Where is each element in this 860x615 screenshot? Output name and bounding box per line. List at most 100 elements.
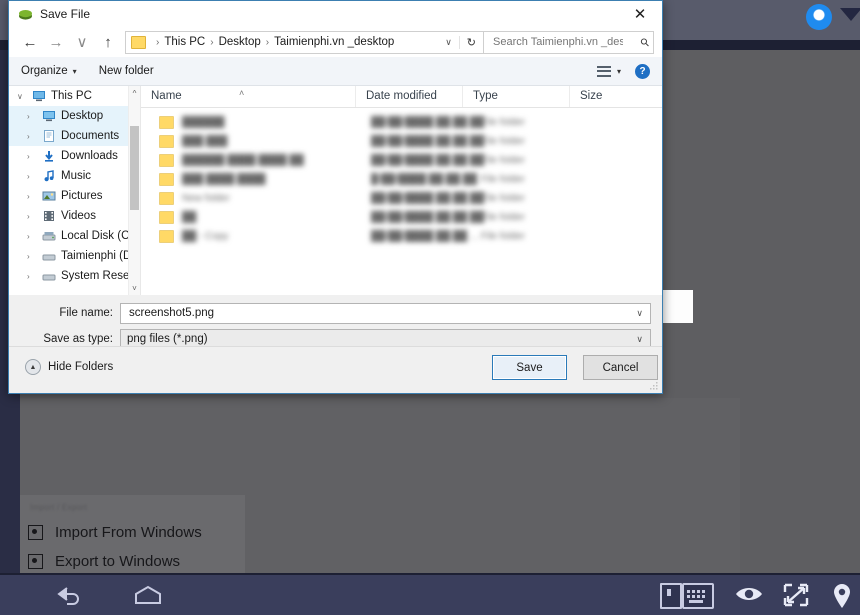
- sidebar-item-label: Taimienphi (D:): [61, 250, 139, 262]
- organize-button[interactable]: Organize ▾: [21, 65, 77, 77]
- back-button[interactable]: ←: [17, 30, 43, 54]
- chevron-right-icon[interactable]: ›: [27, 212, 37, 221]
- eye-icon[interactable]: [735, 583, 763, 605]
- sidebar-item-documents[interactable]: › Documents: [9, 126, 140, 146]
- emulator-nav-bar: [0, 573, 860, 615]
- file-name: ███ ████ ████: [182, 174, 266, 185]
- drive-icon: [42, 232, 56, 241]
- sidebar-item-system-reserved[interactable]: › System Reserved: [9, 266, 140, 286]
- column-header-size[interactable]: Size: [570, 86, 628, 107]
- column-header-type[interactable]: Type: [463, 86, 570, 107]
- record-circle-icon[interactable]: [806, 4, 832, 30]
- sidebar-item-label: Downloads: [61, 150, 118, 162]
- chevron-right-icon[interactable]: ›: [27, 112, 37, 121]
- table-row[interactable]: New folder ██/██/████ ██:██ ██ File fold…: [141, 190, 662, 207]
- folder-icon: [159, 211, 174, 224]
- file-date-modified: ██/██/████ ██:██ ██: [371, 155, 485, 166]
- chevron-right-icon[interactable]: ›: [27, 192, 37, 201]
- sidebar-item-pictures[interactable]: › Pictures: [9, 186, 140, 206]
- file-name-row: File name: ∨: [9, 302, 662, 324]
- sidebar-item-label: Pictures: [61, 190, 103, 202]
- save-button[interactable]: Save: [492, 355, 567, 380]
- organize-label: Organize: [21, 65, 68, 77]
- file-list-header: Name ˄ Date modified Type Size: [141, 86, 662, 108]
- file-name: New folder: [182, 193, 230, 204]
- table-row[interactable]: ██ - Copy ██/██/████ ██:██ ... File fold…: [141, 228, 662, 245]
- phone-icon[interactable]: [660, 583, 682, 609]
- table-row[interactable]: ██████ ██/██/████ ██:██ ██ File folder: [141, 114, 662, 131]
- chevron-down-icon[interactable]: ∨: [629, 308, 650, 319]
- fullscreen-icon[interactable]: [783, 583, 809, 607]
- breadcrumb-current-folder[interactable]: Taimienphi.vn _desktop: [274, 36, 394, 48]
- file-list-rows: ██████ ██/██/████ ██:██ ██ File folder █…: [141, 108, 662, 245]
- background-menu-section-title: Import / Export: [30, 503, 87, 512]
- save-as-type-label: Save as type:: [43, 333, 113, 345]
- back-icon[interactable]: [55, 583, 85, 607]
- chevron-right-icon[interactable]: ›: [27, 152, 37, 161]
- menu-item-import-from-windows[interactable]: Import From Windows: [28, 524, 202, 541]
- keyboard-icon[interactable]: [682, 583, 714, 609]
- dialog-footer: ▲ Hide Folders Save Cancel: [9, 346, 662, 393]
- new-folder-button[interactable]: New folder: [99, 65, 154, 77]
- home-icon[interactable]: [133, 583, 163, 607]
- column-header-date-modified[interactable]: Date modified: [356, 86, 463, 107]
- search-icon[interactable]: ⚲: [638, 35, 652, 49]
- sidebar-item-desktop[interactable]: › Desktop: [9, 106, 140, 126]
- sidebar-item-downloads[interactable]: › Downloads: [9, 146, 140, 166]
- chevron-right-icon[interactable]: ›: [27, 132, 37, 141]
- column-header-name[interactable]: Name ˄: [141, 86, 356, 107]
- music-icon: [44, 170, 54, 182]
- desktop-icon: [43, 111, 55, 122]
- breadcrumb-desktop[interactable]: Desktop: [219, 36, 261, 48]
- view-mode-button[interactable]: ▾: [596, 65, 621, 77]
- search-box[interactable]: ⚲: [484, 30, 654, 54]
- up-button[interactable]: ↑: [95, 30, 121, 54]
- chevron-right-icon[interactable]: ›: [27, 252, 37, 261]
- scrollbar-thumb[interactable]: [130, 126, 139, 210]
- file-type: File folder: [481, 117, 525, 128]
- chevron-down-icon[interactable]: ∨: [438, 37, 459, 48]
- breadcrumb-separator: ›: [265, 36, 270, 48]
- table-row[interactable]: ██████ ████ ████ ██ ██/██/████ ██:██ ██ …: [141, 152, 662, 169]
- file-name: ██ - Copy: [182, 231, 229, 242]
- chevron-up-icon: ▲: [25, 359, 41, 375]
- file-type: File folder: [481, 193, 525, 204]
- refresh-icon[interactable]: ↻: [458, 35, 483, 49]
- hide-folders-button[interactable]: ▲ Hide Folders: [25, 359, 113, 375]
- sidebar-item-music[interactable]: › Music: [9, 166, 140, 186]
- file-name-input[interactable]: [127, 306, 630, 320]
- sidebar-item-label: Local Disk (C:): [61, 230, 137, 242]
- search-input[interactable]: [491, 35, 625, 49]
- cancel-button[interactable]: Cancel: [583, 355, 658, 380]
- table-row[interactable]: ███ ████ ████ █/██/████ ██:██ ██ File fo…: [141, 171, 662, 188]
- scroll-up-arrow[interactable]: ^: [129, 86, 140, 100]
- scroll-down-arrow[interactable]: ˅: [129, 281, 140, 295]
- sidebar-item-this-pc[interactable]: ∨ This PC: [9, 86, 140, 106]
- chevron-right-icon[interactable]: ›: [27, 272, 37, 281]
- chevron-right-icon[interactable]: ›: [27, 172, 37, 181]
- forward-button[interactable]: →: [43, 30, 69, 54]
- dialog-title-bar: Save File ✕: [9, 1, 662, 27]
- resize-grip-icon[interactable]: [650, 382, 659, 391]
- file-name-field[interactable]: ∨: [120, 302, 651, 324]
- file-type: File folder: [481, 155, 525, 166]
- table-row[interactable]: ██ ██/██/████ ██:██ ██ File folder: [141, 209, 662, 226]
- navigation-pane-scrollbar[interactable]: ^ ˅: [128, 86, 140, 295]
- recent-locations-button[interactable]: ∨: [69, 30, 95, 54]
- menu-item-export-to-windows[interactable]: Export to Windows: [28, 553, 180, 570]
- table-row[interactable]: ███ ███ ██/██/████ ██:██ ██ File folder: [141, 133, 662, 150]
- sidebar-item-local-disk-c[interactable]: › Local Disk (C:): [9, 226, 140, 246]
- help-icon[interactable]: ?: [635, 63, 650, 79]
- address-bar[interactable]: › This PC › Desktop › Taimienphi.vn _des…: [125, 30, 484, 54]
- breadcrumb-this-pc[interactable]: This PC: [164, 36, 205, 48]
- field-area: File name: ∨ Save as type: png files (*.…: [9, 295, 662, 350]
- location-pin-icon[interactable]: [832, 583, 852, 609]
- close-icon[interactable]: ✕: [618, 1, 662, 27]
- chevron-down-icon[interactable]: ∨: [17, 92, 27, 101]
- chevron-right-icon[interactable]: ›: [27, 232, 37, 241]
- triangle-down-icon[interactable]: [840, 8, 860, 21]
- sidebar-item-taimienphi-d[interactable]: › Taimienphi (D:): [9, 246, 140, 266]
- folder-icon: [159, 154, 174, 167]
- chevron-down-icon[interactable]: ∨: [629, 334, 650, 345]
- sidebar-item-videos[interactable]: › Videos: [9, 206, 140, 226]
